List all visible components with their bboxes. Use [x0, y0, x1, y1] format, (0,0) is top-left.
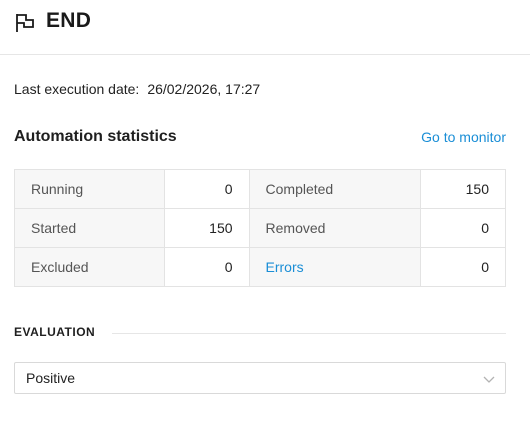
table-row: Running 0 Completed 150: [14, 169, 506, 209]
evaluation-select[interactable]: Positive: [14, 362, 506, 394]
chevron-down-icon: [483, 376, 495, 383]
stat-value-completed: 150: [420, 169, 506, 209]
statistics-table: Running 0 Completed 150 Started 150 Remo…: [14, 169, 506, 287]
last-execution: Last execution date: 26/02/2026, 17:27: [14, 81, 260, 97]
stat-label-excluded: Excluded: [14, 247, 165, 287]
stat-value-started: 150: [163, 208, 250, 248]
evaluation-label: EVALUATION: [14, 325, 96, 339]
stat-value-excluded: 0: [163, 247, 250, 287]
page-title: END: [46, 9, 92, 32]
flag-icon: [16, 14, 34, 32]
last-execution-value: 26/02/2026, 17:27: [147, 81, 261, 97]
stat-label-errors-cell: Errors: [248, 247, 422, 287]
stat-value-removed: 0: [420, 208, 506, 248]
stat-label-running: Running: [14, 169, 165, 209]
table-row: Started 150 Removed 0: [14, 208, 506, 248]
stat-value-running: 0: [163, 169, 250, 209]
errors-link[interactable]: Errors: [266, 259, 304, 275]
evaluation-selected-value: Positive: [26, 370, 76, 386]
evaluation-divider: [112, 333, 506, 334]
stat-label-completed: Completed: [248, 169, 422, 209]
stat-value-errors: 0: [420, 247, 506, 287]
go-to-monitor-link[interactable]: Go to monitor: [421, 129, 506, 145]
panel-header: END: [0, 0, 530, 55]
statistics-title: Automation statistics: [14, 128, 177, 145]
stat-label-removed: Removed: [248, 208, 422, 248]
last-execution-label: Last execution date:: [14, 81, 140, 97]
table-row: Excluded 0 Errors 0: [14, 247, 506, 287]
stat-label-started: Started: [14, 208, 165, 248]
